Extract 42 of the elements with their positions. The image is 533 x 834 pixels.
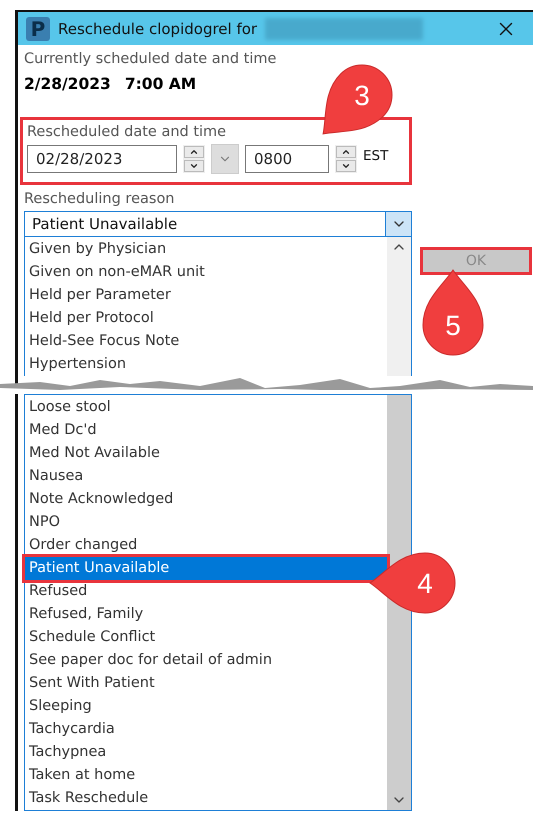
time-spinner[interactable] <box>335 145 357 173</box>
window-title: Reschedule clopidogrel for <box>58 20 258 38</box>
callout-badge: 5 <box>422 269 484 356</box>
list-item[interactable]: Note Acknowledged <box>25 488 178 511</box>
list-item[interactable]: Tachypnea <box>25 741 110 764</box>
list-item[interactable]: Med Dc'd <box>25 419 101 442</box>
list-item[interactable]: NPO <box>25 511 64 534</box>
date-spinner[interactable] <box>183 145 205 173</box>
callout-badge: 3 <box>320 63 394 137</box>
list-item[interactable]: Task Reschedule <box>25 787 152 810</box>
reason-dropdown[interactable]: Patient Unavailable <box>24 211 412 237</box>
time-field[interactable]: 0800 <box>245 145 329 173</box>
field-label: Rescheduled date and time <box>27 123 228 142</box>
app-icon: P <box>26 16 50 40</box>
list-item[interactable]: Schedule Conflict <box>25 626 160 649</box>
list-item[interactable]: Patient Unavailable <box>25 557 387 580</box>
scheduled-date: 2/28/2023 <box>24 75 111 93</box>
list-item[interactable]: Given on non-eMAR unit <box>25 261 209 284</box>
list-item[interactable]: Loose stool <box>25 396 115 419</box>
list-item[interactable]: Sleeping <box>25 695 96 718</box>
list-item[interactable]: Held per Parameter <box>25 284 175 307</box>
field-label: Rescheduling reason <box>24 190 176 209</box>
list-item[interactable]: See paper doc for detail of admin <box>25 649 276 672</box>
list-item[interactable]: Held per Protocol <box>25 307 158 330</box>
field-label: Currently scheduled date and time <box>24 50 278 69</box>
list-item[interactable]: Nausea <box>25 465 88 488</box>
list-item[interactable]: Order changed <box>25 534 142 557</box>
list-item[interactable]: Refused <box>25 580 92 603</box>
list-item[interactable]: Given by Physician <box>25 238 170 261</box>
dropdown-arrow-button[interactable] <box>385 212 411 236</box>
scrollbar[interactable] <box>387 237 411 376</box>
date-field[interactable]: 02/28/2023 <box>27 145 177 173</box>
list-item[interactable]: Med Not Available <box>25 442 164 465</box>
timezone-label: EST <box>363 148 388 164</box>
list-item[interactable]: Held-See Focus Note <box>25 330 184 353</box>
list-item[interactable]: Hypertension <box>25 353 130 376</box>
list-item[interactable]: Refused, Family <box>25 603 148 626</box>
callout-badge: 4 <box>369 552 456 614</box>
scheduled-time: 7:00 AM <box>124 75 196 93</box>
list-item[interactable]: Sent With Patient <box>25 672 159 695</box>
list-item[interactable]: Taken at home <box>25 764 140 787</box>
list-item[interactable]: Tachycardia <box>25 718 119 741</box>
